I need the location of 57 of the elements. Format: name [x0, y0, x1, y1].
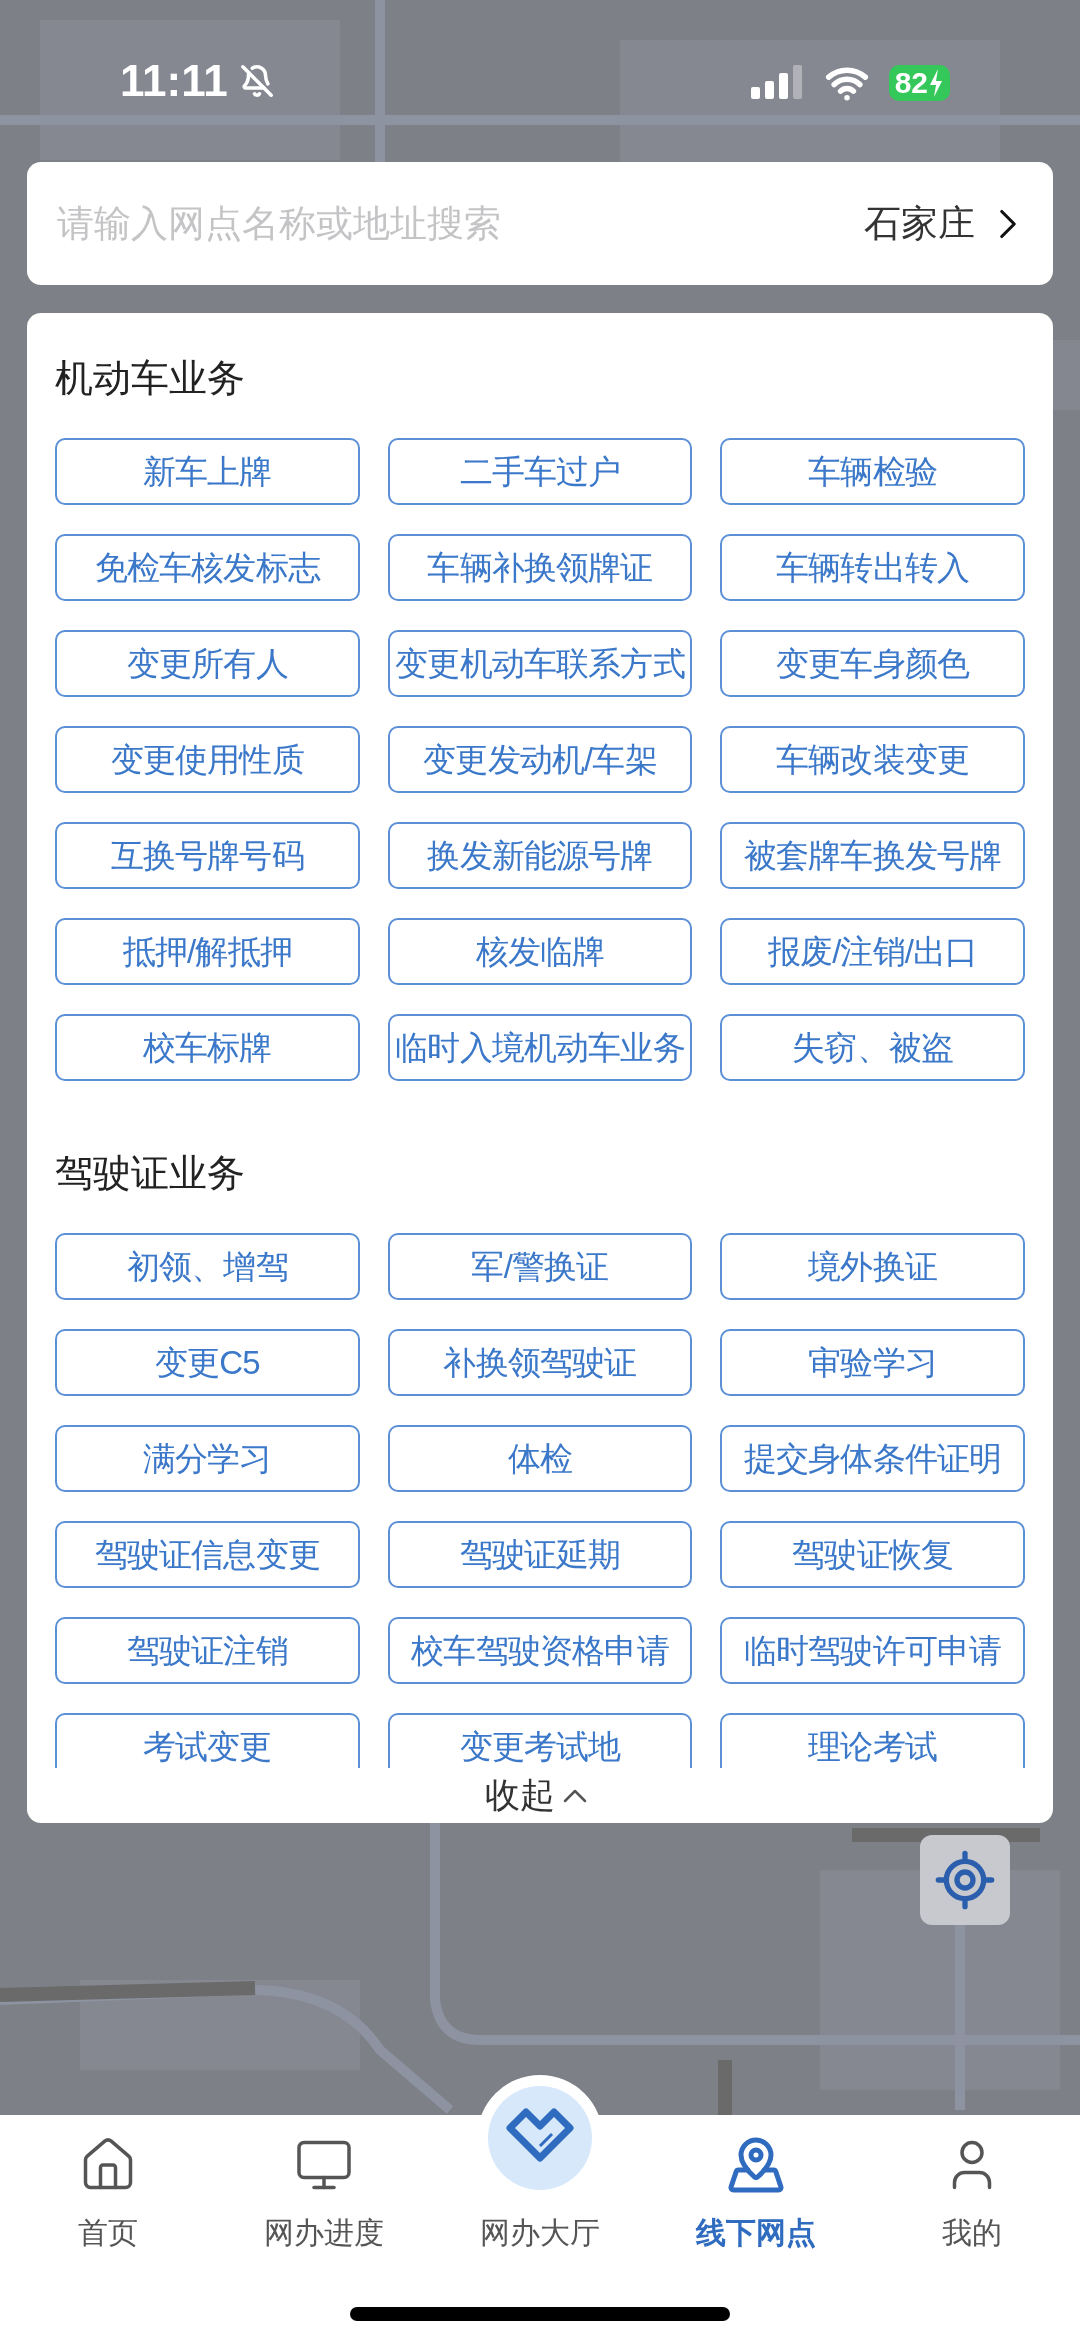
service-button[interactable]: 变更所有人 [55, 630, 360, 697]
service-button[interactable]: 车辆转出转入 [720, 534, 1025, 601]
service-button[interactable]: 二手车过户 [387, 438, 693, 505]
service-button[interactable]: 审验学习 [720, 1329, 1025, 1396]
service-button[interactable]: 初领、增驾 [55, 1233, 360, 1300]
service-button[interactable]: 变更车身颜色 [720, 630, 1025, 697]
service-button[interactable]: 满分学习 [55, 1425, 360, 1492]
service-button[interactable]: 变更使用性质 [55, 726, 360, 793]
service-button[interactable]: 理论考试 [720, 1713, 1025, 1768]
search-bar[interactable]: 请输入网点名称或地址搜索 石家庄 [27, 162, 1053, 285]
search-field[interactable]: 请输入网点名称或地址搜索 [57, 195, 864, 252]
service-button[interactable]: 驾驶证恢复 [720, 1521, 1025, 1588]
service-button[interactable]: 报废/注销/出口 [720, 918, 1025, 985]
tab-item[interactable]: 我的 [864, 2115, 1080, 2253]
service-button[interactable]: 校车标牌 [55, 1014, 360, 1081]
service-button[interactable]: 被套牌车换发号牌 [720, 822, 1025, 889]
service-button[interactable]: 失窃、被盗 [720, 1014, 1025, 1081]
service-button[interactable]: 驾驶证注销 [55, 1617, 360, 1684]
service-button[interactable]: 车辆补换领牌证 [387, 534, 693, 601]
service-button[interactable]: 补换领驾驶证 [387, 1329, 693, 1396]
map-pin-icon [726, 2135, 786, 2195]
service-button[interactable]: 驾驶证延期 [387, 1521, 693, 1588]
locate-button[interactable] [920, 1835, 1010, 1925]
service-button[interactable]: 免检车核发标志 [55, 534, 360, 601]
service-button[interactable]: 军/警换证 [387, 1233, 693, 1300]
service-button[interactable]: 互换号牌号码 [55, 822, 360, 889]
service-button[interactable]: 抵押/解抵押 [55, 918, 360, 985]
city-selector[interactable]: 石家庄 [864, 195, 1033, 252]
service-button[interactable]: 临时入境机动车业务 [387, 1014, 693, 1081]
service-button[interactable]: 变更C5 [55, 1329, 360, 1396]
tab-item[interactable]: 网办进度 [216, 2115, 432, 2253]
service-button[interactable]: 提交身体条件证明 [720, 1425, 1025, 1492]
section-title: 机动车业务 [55, 356, 246, 401]
service-button[interactable]: 车辆检验 [720, 438, 1025, 505]
tab-item[interactable]: 首页 [0, 2115, 216, 2253]
service-button[interactable]: 考试变更 [55, 1713, 360, 1768]
charging-bolt-icon [928, 69, 944, 97]
status-time: 11:11 [120, 55, 228, 107]
service-button[interactable]: 变更考试地 [387, 1713, 693, 1768]
battery-indicator: 82 [888, 65, 950, 101]
bell-muted-icon [239, 64, 274, 98]
service-button[interactable]: 境外换证 [720, 1233, 1025, 1300]
service-button[interactable]: 临时驾驶许可申请 [720, 1617, 1025, 1684]
service-button[interactable]: 车辆改装变更 [720, 726, 1025, 793]
service-button[interactable]: 变更发动机/车架 [387, 726, 693, 793]
tab-item[interactable]: 线下网点 [648, 2115, 864, 2253]
service-button[interactable]: 体检 [387, 1425, 693, 1492]
service-button[interactable]: 校车驾驶资格申请 [387, 1617, 693, 1684]
service-button[interactable]: 新车上牌 [55, 438, 360, 505]
service-button[interactable]: 核发临牌 [387, 918, 693, 985]
section-title: 驾驶证业务 [55, 1151, 246, 1196]
service-button[interactable]: 驾驶证信息变更 [55, 1521, 360, 1588]
tab-item[interactable]: 网办大厅 [432, 2075, 648, 2253]
service-button[interactable]: 换发新能源号牌 [387, 822, 693, 889]
service-button[interactable]: 变更机动车联系方式 [387, 630, 693, 697]
collapse-button[interactable]: 收起 [485, 1768, 595, 1823]
signal-icon [750, 65, 805, 101]
